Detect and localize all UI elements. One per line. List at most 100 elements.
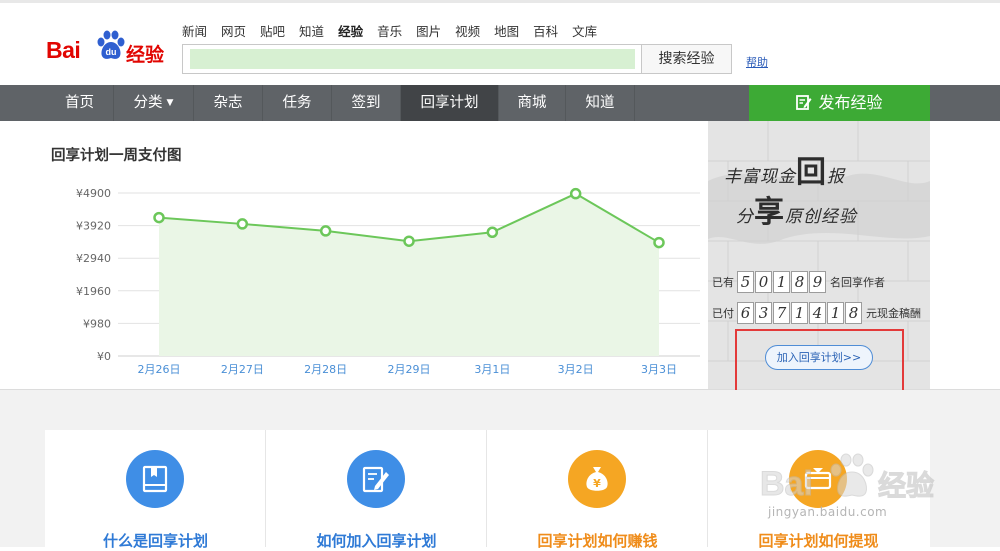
card-label: 回享计划如何赚钱 (537, 532, 658, 550)
slogan-text: 原创经验 (785, 207, 857, 227)
data-point[interactable] (569, 187, 582, 200)
top-nav-item-active[interactable]: 经验 (338, 21, 363, 40)
y-tick-label: ¥1960 (76, 285, 111, 298)
card-label: 回享计划如何提现 (758, 532, 879, 550)
data-point[interactable] (653, 236, 665, 249)
logo-bai-text: Bai (46, 37, 81, 63)
main-nav-mall[interactable]: 商城 (499, 85, 566, 121)
top-nav-item[interactable]: 文库 (572, 21, 597, 40)
slogan-big-char: 回 (796, 155, 827, 190)
header: Bai du 经验 新闻 网页 贴吧 知道 经验 音乐 图片 视频 地图 百科 … (0, 3, 1000, 85)
slogan-text: 分 (736, 207, 754, 227)
publish-label: 发布经验 (818, 93, 883, 112)
publish-experience-button[interactable]: 发布经验 (749, 85, 930, 121)
authors-digits: 5 0 1 8 9 (737, 271, 827, 293)
logo-paw-text: du (106, 47, 117, 57)
main-nav-label: 签到 (351, 95, 381, 111)
data-point[interactable] (153, 211, 165, 224)
slogan-text: 报 (827, 167, 845, 187)
baidu-paw-icon: du (97, 30, 125, 59)
top-nav-item[interactable]: 百科 (533, 21, 558, 40)
card-how-to-join[interactable]: 如何加入回享计划 (266, 430, 487, 550)
main-nav-tasks[interactable]: 任务 (263, 85, 332, 121)
main-nav-label: 分类 (133, 95, 163, 111)
money-bag-icon: ¥ (586, 467, 608, 491)
y-tick-label: ¥4900 (76, 187, 111, 200)
main-nav-checkin[interactable]: 签到 (332, 85, 401, 121)
baidu-jingyan-logo[interactable]: Bai du 经验 (46, 27, 170, 67)
digit-box: 9 (809, 271, 826, 293)
data-point[interactable] (403, 235, 415, 247)
card-what-is-huixiang[interactable]: 什么是回享计划 (45, 430, 266, 550)
top-nav-item[interactable]: 贴吧 (260, 21, 285, 40)
main-nav-label: 任务 (282, 95, 312, 111)
card-icon-circle: ¥ (568, 450, 626, 508)
main-nav-huixiang-plan[interactable]: 回享计划 (401, 85, 499, 121)
top-nav-item[interactable]: 视频 (455, 21, 480, 40)
edit-document-icon (362, 466, 389, 493)
main-nav-home[interactable]: 首页 (46, 85, 114, 121)
search-box (182, 44, 642, 74)
edit-icon (796, 95, 812, 110)
top-nav-item[interactable]: 知道 (299, 21, 324, 40)
data-point[interactable] (486, 226, 499, 239)
y-tick-label: ¥980 (83, 317, 111, 330)
data-point[interactable] (319, 225, 332, 237)
data-point[interactable] (236, 218, 249, 230)
chart-title: 回享计划一周支付图 (51, 148, 182, 164)
digit-box: 1 (773, 271, 790, 293)
main-nav-zhidao[interactable]: 知道 (566, 85, 635, 121)
digit-box: 8 (791, 271, 808, 293)
x-tick-label: 3月2日 (558, 363, 594, 376)
card-icon-circle (347, 450, 405, 508)
watermark-product-text: 经验 (878, 469, 934, 502)
main-nav-label: 知道 (585, 95, 615, 111)
top-nav-item[interactable]: 音乐 (377, 21, 402, 40)
x-tick-label: 3月3日 (641, 363, 677, 376)
x-tick-label: 2月28日 (304, 363, 347, 376)
help-link[interactable]: 帮助 (746, 54, 768, 70)
digit-box: 7 (773, 302, 790, 324)
book-icon (142, 465, 168, 493)
card-how-to-earn[interactable]: ¥ 回享计划如何赚钱 (487, 430, 708, 550)
card-label: 什么是回享计划 (102, 532, 208, 550)
main-nav-label: 商城 (517, 95, 547, 111)
authors-count-row: 已有 5 0 1 8 9 名回享作者 (712, 271, 885, 293)
paid-suffix: 元现金稿酬 (866, 307, 921, 320)
top-nav-item[interactable]: 新闻 (182, 21, 207, 40)
x-tick-label: 3月1日 (474, 363, 510, 376)
main-nav-magazine[interactable]: 杂志 (194, 85, 263, 121)
digit-box: 4 (809, 302, 826, 324)
authors-suffix: 名回享作者 (830, 276, 885, 289)
top-nav-item[interactable]: 网页 (221, 21, 246, 40)
svg-text:¥: ¥ (593, 477, 601, 490)
top-nav: 新闻 网页 贴吧 知道 经验 音乐 图片 视频 地图 百科 文库 (182, 21, 611, 40)
search-button[interactable]: 搜索经验 (642, 44, 732, 74)
x-tick-label: 2月29日 (388, 363, 431, 376)
top-nav-item[interactable]: 地图 (494, 21, 519, 40)
y-tick-label: ¥0 (97, 350, 111, 363)
digit-box: 1 (827, 302, 844, 324)
card-icon-circle (126, 450, 184, 508)
paid-prefix: 已付 (712, 307, 734, 320)
x-tick-label: 2月27日 (221, 363, 264, 376)
search-input[interactable] (195, 50, 625, 68)
top-nav-item[interactable]: 图片 (416, 21, 441, 40)
paid-amount-row: 已付 6 3 7 1 4 1 8 元现金稿酬 (712, 302, 921, 324)
payment-area-chart: ¥4900 ¥3920 ¥2940 ¥1960 ¥980 ¥0 2月26日 2月27日 2月28… (76, 187, 700, 376)
digit-box: 3 (755, 302, 772, 324)
main-nav-category[interactable]: 分类 ▼ (114, 85, 194, 121)
slogan-line-2: 分享原创经验 (736, 187, 857, 231)
slogan-text: 丰富现金 (724, 167, 796, 187)
series-area (159, 193, 659, 356)
main-nav-label: 回享计划 (420, 95, 479, 111)
x-tick-label: 2月26日 (138, 363, 181, 376)
y-tick-label: ¥2940 (76, 252, 111, 265)
logo-product-text: 经验 (126, 44, 165, 66)
main-nav-label: 杂志 (213, 95, 243, 111)
digit-box: 1 (791, 302, 808, 324)
paid-digits: 6 3 7 1 4 1 8 (737, 302, 863, 324)
digit-box: 5 (737, 271, 754, 293)
card-label: 如何加入回享计划 (316, 532, 437, 550)
svg-text:Bai: Bai (760, 465, 813, 503)
